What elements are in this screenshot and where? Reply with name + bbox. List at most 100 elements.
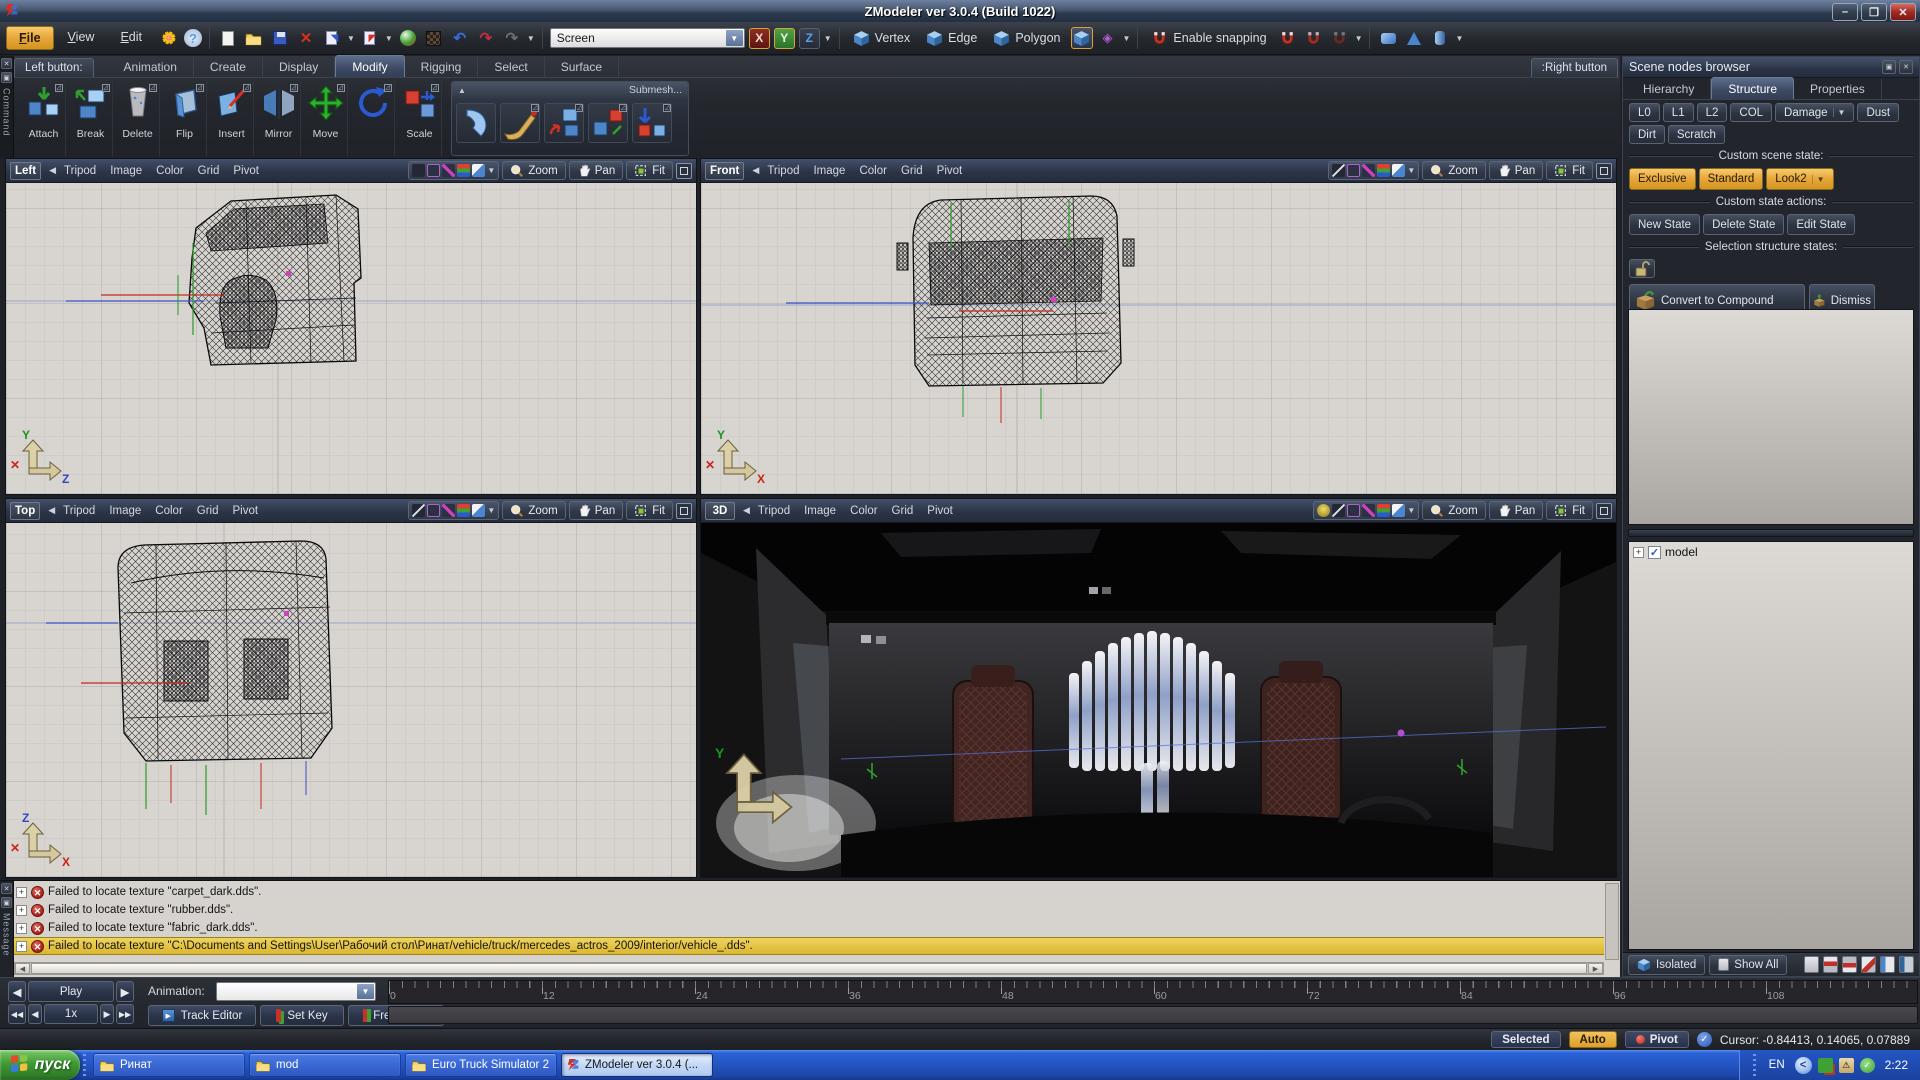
language-indicator[interactable]: EN bbox=[1765, 1058, 1789, 1072]
panel-title-bar[interactable]: Scene nodes browser ▣ ✕ bbox=[1623, 57, 1919, 78]
viewport-name-button[interactable]: 3D bbox=[705, 502, 735, 520]
chevron-down-icon[interactable]: ▼ bbox=[347, 34, 355, 43]
taskbar-item[interactable]: Euro Truck Simulator 2 bbox=[405, 1053, 557, 1077]
help-icon[interactable]: ? bbox=[184, 29, 202, 47]
chevron-down-icon[interactable]: ▼ bbox=[385, 34, 393, 43]
primitive-cone-icon[interactable] bbox=[1403, 27, 1425, 49]
viewport-canvas[interactable]: Y Z ✕ bbox=[6, 183, 696, 494]
submesh-arrange-icon[interactable]: ◿ bbox=[632, 103, 672, 143]
hide-icons-icon[interactable]: < bbox=[1795, 1057, 1812, 1074]
lod-button[interactable]: L2▼ bbox=[1697, 103, 1728, 122]
material-mode-icon[interactable] bbox=[457, 504, 470, 517]
maximize-viewport-icon[interactable] bbox=[1596, 503, 1612, 519]
chevron-down-icon[interactable]: ▼ bbox=[1407, 166, 1415, 175]
timeline-track[interactable] bbox=[388, 1006, 1918, 1024]
zoom-button[interactable]: Zoom bbox=[502, 501, 565, 520]
expand-tag-icon[interactable]: ◿ bbox=[243, 84, 251, 92]
track-editor-button[interactable]: ▶ Track Editor bbox=[148, 1005, 256, 1026]
wireframe-mode-icon[interactable] bbox=[412, 164, 425, 177]
material-mode-icon[interactable] bbox=[1377, 504, 1390, 517]
wireframe-mode-icon[interactable] bbox=[1332, 164, 1345, 177]
viewport-name-button[interactable]: Left bbox=[10, 162, 41, 180]
tool-scale[interactable]: ◿ Scale bbox=[398, 81, 442, 156]
polygon-mode-button[interactable]: Polygon bbox=[987, 27, 1066, 50]
zoom-button[interactable]: Zoom bbox=[502, 161, 565, 180]
chevron-down-icon[interactable]: ▼ bbox=[357, 984, 374, 999]
animation-select[interactable]: ▼ bbox=[216, 982, 376, 1001]
pen-mode-icon[interactable] bbox=[1362, 164, 1375, 177]
viewport-menu-item[interactable]: Grid bbox=[892, 505, 914, 517]
message-row[interactable]: + ✕ Failed to locate texture "C:\Documen… bbox=[14, 937, 1604, 955]
viewport-name-button[interactable]: Front bbox=[705, 162, 744, 180]
pan-button[interactable]: Pan bbox=[569, 501, 623, 520]
chevron-down-icon[interactable]: ▼ bbox=[824, 34, 832, 43]
lod-button[interactable]: L0▼ bbox=[1629, 103, 1660, 122]
snap-grid-icon[interactable] bbox=[1329, 27, 1351, 49]
auto-button[interactable]: Auto bbox=[1569, 1031, 1617, 1048]
expand-tag-icon[interactable]: ◿ bbox=[337, 84, 345, 92]
close-icon[interactable]: ✕ bbox=[1, 58, 12, 69]
taskbar-item[interactable]: mod bbox=[249, 1053, 401, 1077]
material-mode-icon[interactable] bbox=[1377, 164, 1390, 177]
viewport-menu-item[interactable]: Grid bbox=[198, 165, 220, 177]
open-folder-icon[interactable] bbox=[243, 27, 265, 49]
viewport-menu-item[interactable]: Grid bbox=[197, 505, 219, 517]
ribbon-tab[interactable]: Create bbox=[194, 57, 263, 77]
vertical-scrollbar[interactable] bbox=[1605, 883, 1619, 960]
viewport-top[interactable]: Top ◀ TripodImageColorGridPivot ▼ Zoom P… bbox=[5, 498, 697, 878]
light-mode-icon[interactable] bbox=[1317, 504, 1330, 517]
viewport-menu-item[interactable]: Image bbox=[813, 165, 845, 177]
viewport-3d[interactable]: 3D ◀ TripodImageColorGridPivot ▼ Zoom Pa… bbox=[700, 498, 1617, 878]
expand-tag-icon[interactable]: ◿ bbox=[149, 84, 157, 92]
expand-icon[interactable]: + bbox=[16, 887, 27, 898]
pen-mode-icon[interactable] bbox=[1362, 504, 1375, 517]
prev-frame-button[interactable]: ◀ bbox=[28, 1004, 42, 1024]
ribbon-tab[interactable]: Modify bbox=[335, 55, 404, 77]
scroll-right-icon[interactable]: ▶ bbox=[1588, 963, 1603, 974]
texture-icon[interactable] bbox=[423, 27, 445, 49]
viewport-menu-item[interactable]: Pivot bbox=[937, 165, 963, 177]
scene-state-button[interactable]: Standard▼ bbox=[1699, 168, 1764, 190]
zoom-button[interactable]: Zoom bbox=[1422, 501, 1485, 520]
minimize-button[interactable]: – bbox=[1832, 3, 1858, 21]
edge-mode-button[interactable]: Edge bbox=[920, 27, 983, 50]
fit-button[interactable]: Fit bbox=[626, 161, 673, 180]
expand-icon[interactable]: + bbox=[16, 941, 27, 952]
pin-icon[interactable]: ▣ bbox=[1, 72, 12, 83]
tray-warning-icon[interactable]: ⚠ bbox=[1839, 1058, 1854, 1073]
unlock-state-button[interactable] bbox=[1629, 259, 1655, 278]
taskbar-item[interactable]: ZModeler ver 3.0.4 (... bbox=[561, 1053, 713, 1077]
expand-icon[interactable]: + bbox=[16, 905, 27, 916]
chevron-down-icon[interactable]: ▼ bbox=[1455, 34, 1463, 43]
textured-mode-icon[interactable] bbox=[472, 504, 485, 517]
expand-tag-icon[interactable]: ◿ bbox=[619, 104, 627, 112]
expand-tag-icon[interactable]: ◿ bbox=[196, 84, 204, 92]
close-button[interactable]: ✕ bbox=[1890, 3, 1916, 21]
menu-item[interactable]: Edit bbox=[108, 26, 154, 50]
state-action-button[interactable]: New State bbox=[1629, 214, 1700, 235]
viewport-menu-item[interactable]: Tripod bbox=[767, 165, 799, 177]
maximize-viewport-icon[interactable] bbox=[1596, 163, 1612, 179]
expand-tag-icon[interactable]: ◿ bbox=[384, 84, 392, 92]
viewport-menu-item[interactable]: Pivot bbox=[233, 505, 259, 517]
close-icon[interactable]: ✕ bbox=[1899, 60, 1913, 74]
pan-button[interactable]: Pan bbox=[1489, 501, 1543, 520]
next-key-button[interactable]: ▶▶ bbox=[116, 1004, 134, 1024]
fit-button[interactable]: Fit bbox=[1546, 501, 1593, 520]
pan-button[interactable]: Pan bbox=[569, 161, 623, 180]
chevron-down-icon[interactable]: ▼ bbox=[1407, 506, 1415, 515]
axis-x-button[interactable]: X bbox=[749, 28, 770, 49]
viewport-left[interactable]: Left ◀ TripodImageColorGridPivot ▼ Zoom … bbox=[5, 158, 697, 495]
viewport-canvas[interactable]: Z X ✕ bbox=[6, 523, 696, 877]
expand-down-icon[interactable] bbox=[1823, 956, 1838, 973]
zoom-button[interactable]: Zoom bbox=[1422, 161, 1485, 180]
title-bar[interactable]: ZModeler ver 3.0.4 (Build 1022) – ❐ ✕ bbox=[0, 0, 1920, 22]
axis-y-button[interactable]: Y bbox=[774, 28, 795, 49]
new-file-icon[interactable] bbox=[217, 27, 239, 49]
material-mode-icon[interactable] bbox=[457, 164, 470, 177]
maximize-viewport-icon[interactable] bbox=[676, 503, 692, 519]
fit-button[interactable]: Fit bbox=[1546, 161, 1593, 180]
viewport-canvas[interactable]: Y X ✕ bbox=[701, 183, 1616, 494]
viewport-menu-item[interactable]: Tripod bbox=[758, 505, 790, 517]
viewport-menu-item[interactable]: Color bbox=[156, 165, 183, 177]
